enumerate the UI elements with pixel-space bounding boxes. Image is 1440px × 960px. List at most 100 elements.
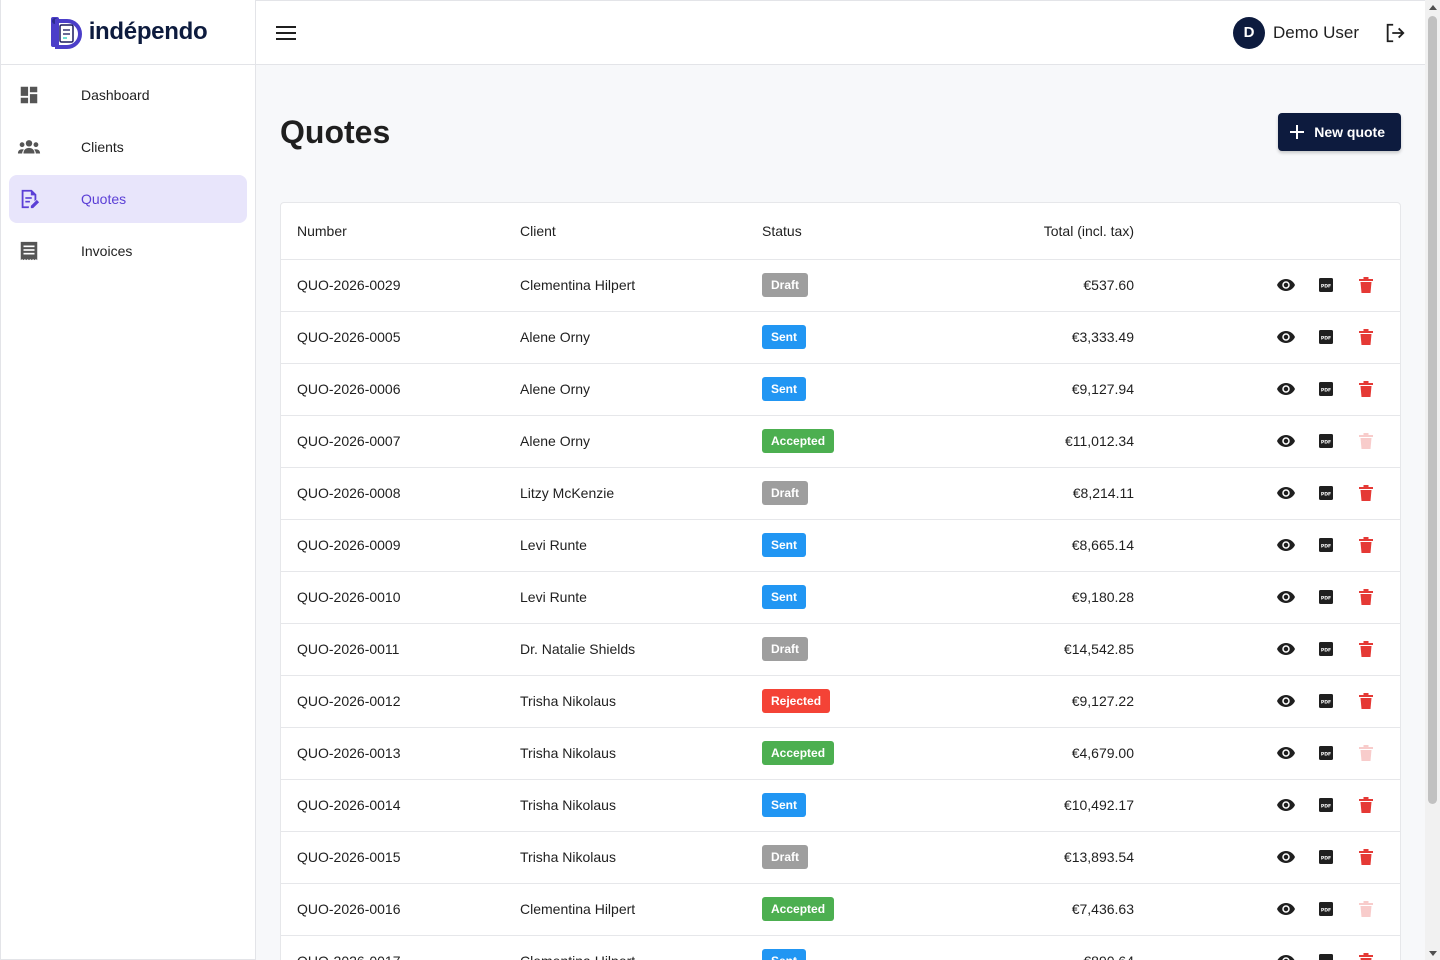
trash-icon[interactable]	[1356, 275, 1376, 295]
column-header-status[interactable]: Status	[762, 203, 912, 260]
trash-icon[interactable]	[1356, 379, 1376, 399]
pdf-icon[interactable]: PDF	[1316, 847, 1336, 867]
pdf-icon[interactable]: PDF	[1316, 691, 1336, 711]
eye-icon[interactable]	[1276, 951, 1296, 960]
quote-number: QUO-2026-0016	[281, 883, 520, 936]
logout-icon[interactable]	[1383, 21, 1407, 45]
scroll-up-arrow-icon[interactable]	[1425, 0, 1440, 14]
eye-icon[interactable]	[1276, 899, 1296, 919]
row-actions: PDF	[1134, 363, 1400, 416]
column-header-actions	[1134, 203, 1400, 260]
brand-logo[interactable]: indépendo	[49, 15, 208, 49]
eye-icon[interactable]	[1276, 587, 1296, 607]
quote-total: €11,012.34	[912, 415, 1134, 468]
scroll-down-arrow-icon[interactable]	[1425, 946, 1440, 960]
table-row[interactable]: QUO-2026-0008 Litzy McKenzie Draft €8,214.1…	[281, 467, 1400, 520]
eye-icon[interactable]	[1276, 743, 1296, 763]
svg-text:PDF: PDF	[1321, 700, 1331, 706]
eye-icon[interactable]	[1276, 691, 1296, 711]
table-row[interactable]: QUO-2026-0005 Alene Orny Sent €3,333.49 PDF	[281, 311, 1400, 364]
pdf-icon[interactable]: PDF	[1316, 483, 1336, 503]
row-actions: PDF	[1134, 831, 1400, 884]
eye-icon[interactable]	[1276, 275, 1296, 295]
eye-icon[interactable]	[1276, 795, 1296, 815]
row-actions: PDF	[1134, 675, 1400, 728]
table-row[interactable]: QUO-2026-0006 Alene Orny Sent €9,127.94 PDF	[281, 363, 1400, 416]
invoice-icon	[17, 239, 41, 263]
eye-icon[interactable]	[1276, 379, 1296, 399]
table-row[interactable]: QUO-2026-0009 Levi Runte Sent €8,665.14 PDF	[281, 519, 1400, 572]
status-cell: Rejected	[762, 675, 912, 728]
quote-client: Clementina Hilpert	[520, 883, 762, 936]
trash-icon[interactable]	[1356, 483, 1376, 503]
quote-number: QUO-2026-0029	[281, 259, 520, 312]
quote-number: QUO-2026-0009	[281, 519, 520, 572]
table-row[interactable]: QUO-2026-0007 Alene Orny Accepted €11,012.3…	[281, 415, 1400, 468]
sidebar-item-clients[interactable]: Clients	[9, 123, 247, 171]
pdf-icon[interactable]: PDF	[1316, 639, 1336, 659]
status-badge: Sent	[762, 377, 807, 401]
pdf-icon[interactable]: PDF	[1316, 795, 1336, 815]
quote-total: €8,665.14	[912, 519, 1134, 572]
status-badge: Accepted	[762, 741, 835, 765]
status-cell: Accepted	[762, 727, 912, 780]
eye-icon[interactable]	[1276, 535, 1296, 555]
svg-text:PDF: PDF	[1321, 284, 1331, 290]
quotes-table: Number Client Status Total (incl. tax) Q…	[281, 203, 1400, 960]
trash-icon[interactable]	[1356, 535, 1376, 555]
table-row[interactable]: QUO-2026-0011 Dr. Natalie Shields Draft €14…	[281, 623, 1400, 676]
status-cell: Accepted	[762, 883, 912, 936]
page-scrollbar[interactable]	[1425, 0, 1440, 960]
table-row[interactable]: QUO-2026-0015 Trisha Nikolaus Draft €13,893…	[281, 831, 1400, 884]
quote-number: QUO-2026-0015	[281, 831, 520, 884]
pdf-icon[interactable]: PDF	[1316, 743, 1336, 763]
quote-client: Clementina Hilpert	[520, 935, 762, 960]
sidebar-item-invoices[interactable]: Invoices	[9, 227, 247, 275]
pdf-icon[interactable]: PDF	[1316, 535, 1336, 555]
table-row[interactable]: QUO-2026-0012 Trisha Nikolaus Rejected €9,1…	[281, 675, 1400, 728]
column-header-total[interactable]: Total (incl. tax)	[912, 203, 1134, 260]
eye-icon[interactable]	[1276, 327, 1296, 347]
pdf-icon[interactable]: PDF	[1316, 379, 1336, 399]
status-cell: Accepted	[762, 415, 912, 468]
pdf-icon[interactable]: PDF	[1316, 587, 1336, 607]
pdf-icon[interactable]: PDF	[1316, 275, 1336, 295]
pdf-icon[interactable]: PDF	[1316, 327, 1336, 347]
eye-icon[interactable]	[1276, 847, 1296, 867]
trash-icon[interactable]	[1356, 587, 1376, 607]
sidebar-item-label: Dashboard	[81, 87, 150, 103]
table-row[interactable]: QUO-2026-0010 Levi Runte Sent €9,180.28 PDF	[281, 571, 1400, 624]
eye-icon[interactable]	[1276, 431, 1296, 451]
trash-icon[interactable]	[1356, 639, 1376, 659]
trash-icon[interactable]	[1356, 327, 1376, 347]
trash-icon[interactable]	[1356, 951, 1376, 960]
user-name[interactable]: Demo User	[1273, 23, 1359, 43]
pdf-icon[interactable]: PDF	[1316, 431, 1336, 451]
eye-icon[interactable]	[1276, 483, 1296, 503]
trash-icon[interactable]	[1356, 795, 1376, 815]
table-row[interactable]: QUO-2026-0029 Clementina Hilpert Draft €537…	[281, 259, 1400, 312]
pdf-icon[interactable]: PDF	[1316, 899, 1336, 919]
table-row[interactable]: QUO-2026-0013 Trisha Nikolaus Accepted €4,6…	[281, 727, 1400, 780]
column-header-client[interactable]: Client	[520, 203, 762, 260]
table-row[interactable]: QUO-2026-0017Clementina HilpertSent €890.…	[281, 935, 1400, 960]
table-row[interactable]: QUO-2026-0014 Trisha Nikolaus Sent €10,492.…	[281, 779, 1400, 832]
pdf-icon[interactable]: PDF	[1316, 951, 1336, 960]
new-quote-button[interactable]: New quote	[1278, 113, 1401, 151]
table-row[interactable]: QUO-2026-0016 Clementina Hilpert Accepted €…	[281, 883, 1400, 936]
trash-icon[interactable]	[1356, 847, 1376, 867]
column-header-number[interactable]: Number	[281, 203, 520, 260]
status-cell: Draft	[762, 623, 912, 676]
sidebar-item-quotes[interactable]: Quotes	[9, 175, 247, 223]
svg-text:PDF: PDF	[1321, 648, 1331, 654]
hamburger-icon[interactable]	[274, 21, 298, 45]
quote-number: QUO-2026-0013	[281, 727, 520, 780]
sidebar-item-dashboard[interactable]: Dashboard	[9, 71, 247, 119]
eye-icon[interactable]	[1276, 639, 1296, 659]
row-actions: PDF	[1134, 259, 1400, 312]
avatar[interactable]: D	[1233, 16, 1266, 49]
svg-text:PDF: PDF	[1321, 908, 1331, 914]
trash-icon[interactable]	[1356, 691, 1376, 711]
scroll-thumb[interactable]	[1428, 16, 1437, 804]
quotes-table-card: Number Client Status Total (incl. tax) Q…	[280, 202, 1401, 960]
